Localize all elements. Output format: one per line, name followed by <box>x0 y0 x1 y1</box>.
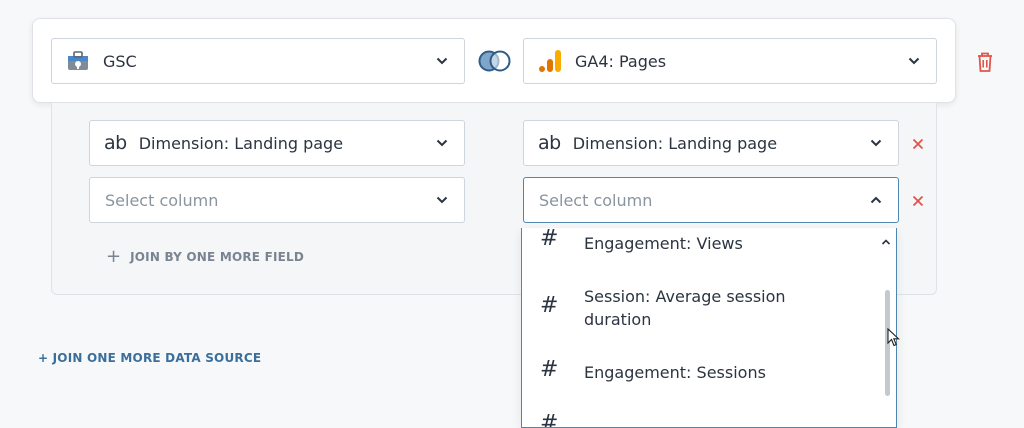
join-by-more-field-button[interactable]: + JOIN BY ONE MORE FIELD <box>106 246 305 267</box>
remove-join-field-icon[interactable] <box>911 137 925 151</box>
chevron-down-icon <box>436 194 448 206</box>
right-column-select[interactable]: Select column <box>523 177 899 223</box>
gsc-toolbox-icon <box>65 48 91 74</box>
left-join-field-label: Dimension: Landing page <box>138 133 344 153</box>
list-item[interactable]: # Session: Average session duration <box>522 278 882 338</box>
number-type-icon: # <box>540 228 559 251</box>
right-column-placeholder: Select column <box>539 190 653 210</box>
mouse-cursor-icon <box>887 327 901 348</box>
chevron-down-icon <box>870 137 882 149</box>
left-column-placeholder: Select column <box>105 190 219 210</box>
left-source-label: GSC <box>103 51 137 71</box>
trash-icon[interactable] <box>975 51 995 73</box>
plus-icon: + <box>106 246 122 267</box>
join-by-more-field-label: JOIN BY ONE MORE FIELD <box>130 250 305 264</box>
left-source-select[interactable]: GSC <box>51 38 465 84</box>
list-item[interactable]: # Engagement: Views <box>522 228 882 258</box>
ga4-bars-icon <box>537 48 563 74</box>
left-join-field-select[interactable]: ab Dimension: Landing page <box>89 120 465 166</box>
right-source-label: GA4: Pages <box>575 51 667 71</box>
venn-circles-icon[interactable] <box>477 49 513 73</box>
right-join-field-label: Dimension: Landing page <box>572 133 778 153</box>
text-type-icon: ab <box>104 132 127 154</box>
list-item[interactable]: # <box>522 411 882 428</box>
right-join-field-select[interactable]: ab Dimension: Landing page <box>523 120 899 166</box>
chevron-up-icon <box>870 194 882 206</box>
list-item[interactable]: # Engagement: Sessions <box>522 355 882 391</box>
chevron-down-icon <box>436 55 448 67</box>
chevron-down-icon <box>908 55 920 67</box>
number-type-icon: # <box>540 357 559 382</box>
scroll-up-arrow-icon[interactable] <box>881 233 891 245</box>
number-type-icon: # <box>540 293 559 318</box>
column-dropdown-list: # Engagement: Views # Session: Average s… <box>521 228 897 428</box>
text-type-icon: ab <box>538 132 561 154</box>
option-label: Engagement: Views <box>584 234 743 253</box>
join-more-data-source-link[interactable]: + JOIN ONE MORE DATA SOURCE <box>38 351 261 365</box>
number-type-icon: # <box>540 411 559 428</box>
left-column-select[interactable]: Select column <box>89 177 465 223</box>
option-label: Engagement: Sessions <box>584 363 766 382</box>
chevron-down-icon <box>436 137 448 149</box>
option-label: Session: Average session duration <box>584 287 786 329</box>
right-source-select[interactable]: GA4: Pages <box>523 38 937 84</box>
remove-join-field-icon[interactable] <box>911 194 925 208</box>
